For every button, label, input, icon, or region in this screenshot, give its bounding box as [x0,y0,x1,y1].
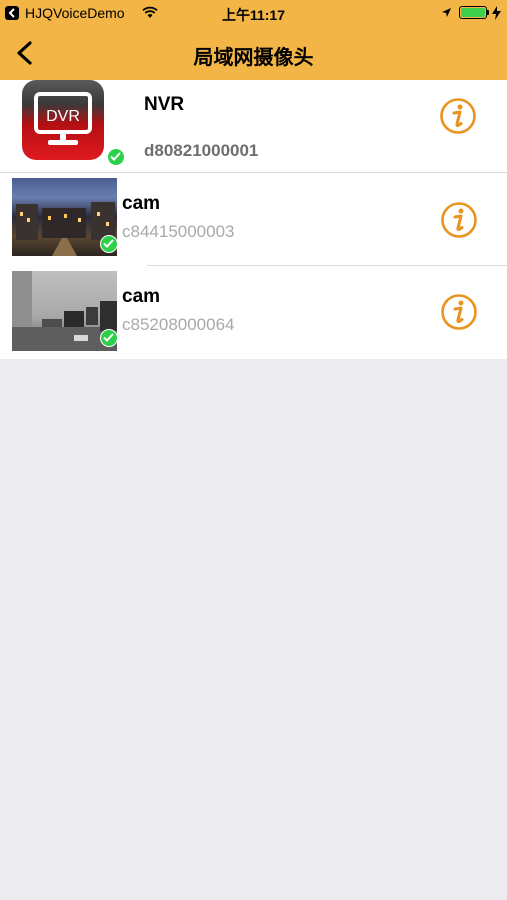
battery-level [461,8,485,17]
svg-text:DVR: DVR [46,108,80,125]
battery-icon [459,6,487,19]
device-row-cam[interactable]: cam c85208000064 [0,266,507,359]
dvr-icon: DVR [22,80,104,160]
info-icon [441,294,477,330]
device-row-cam[interactable]: cam c84415000003 [0,173,507,266]
online-status-icon [100,329,118,347]
device-uid: d80821000001 [144,141,259,160]
device-row-nvr[interactable]: DVR NVR d80821000001 [0,80,507,173]
info-icon [441,202,477,238]
device-uid: c84415000003 [122,222,235,241]
device-list: DVR NVR d80821000001 cam c84415000003 ca… [0,80,507,359]
battery-tip [487,10,489,15]
online-status-icon [107,148,125,166]
device-info-button[interactable] [439,200,479,240]
device-uid: c85208000064 [122,315,235,334]
charging-bolt-icon [492,6,501,20]
device-name: cam [122,193,161,214]
device-info-button[interactable] [438,96,478,136]
online-status-icon [100,235,118,253]
device-name: NVR [144,94,185,115]
status-bar: HJQVoiceDemo 上午11:17 [0,0,507,28]
info-icon [440,98,476,134]
status-time: 上午11:17 [221,7,286,23]
device-name: cam [122,286,161,307]
device-info-button[interactable] [439,292,479,332]
location-arrow-icon [442,8,451,17]
page-title: 局域网摄像头 [193,45,314,69]
navigation-bar: 局域网摄像头 [0,28,507,80]
